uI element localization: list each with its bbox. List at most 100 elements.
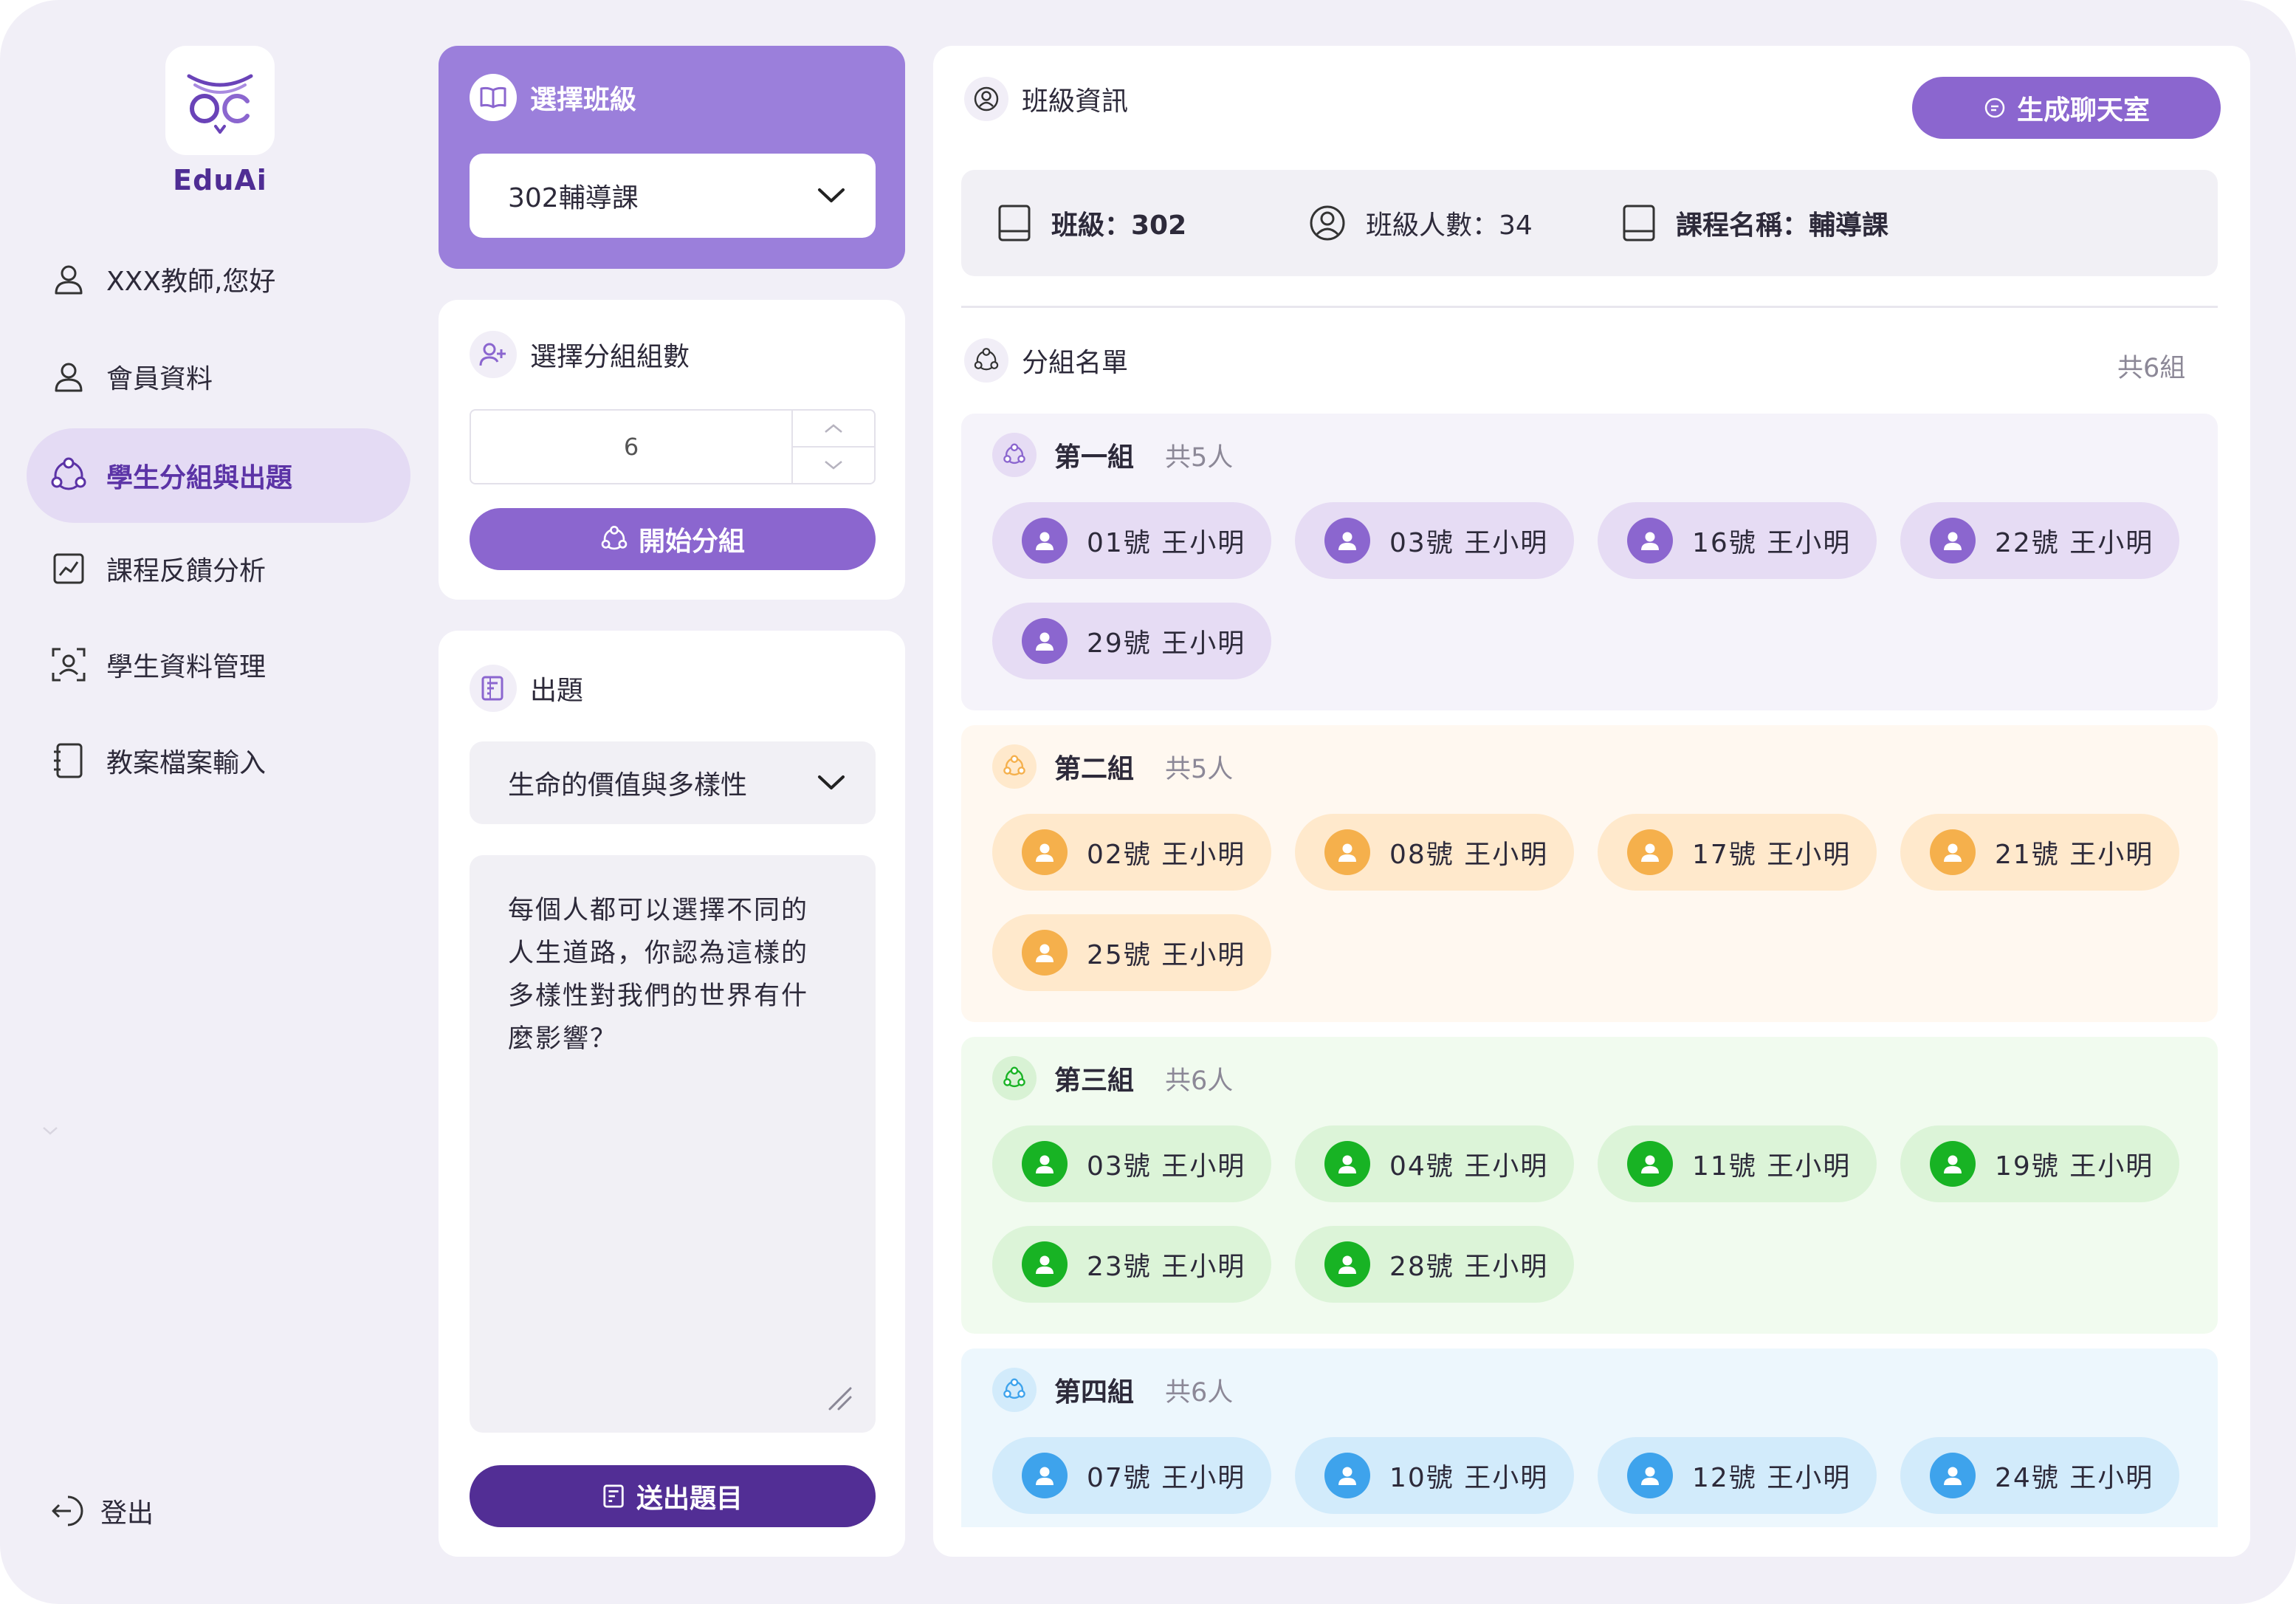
start-grouping-button[interactable]: 開始分組 xyxy=(470,508,876,570)
chevron-down-icon xyxy=(825,461,842,470)
user-icon xyxy=(49,259,89,299)
logout-button[interactable]: 登出 xyxy=(27,1464,410,1558)
student-chip[interactable]: 12號 王小明 xyxy=(1598,1437,1877,1514)
avatar-icon xyxy=(1627,518,1673,563)
student-name: 10號 王小明 xyxy=(1389,1463,1549,1493)
chart-icon xyxy=(49,549,89,589)
question-text-line: 多樣性對我們的世界有什 xyxy=(508,981,809,1011)
create-chatroom-label: 生成聊天室 xyxy=(2016,95,2150,126)
class-dropdown-value: 302輔導課 xyxy=(508,183,639,213)
submit-question-button[interactable]: 送出題目 xyxy=(470,1465,876,1527)
user-circle-icon xyxy=(1308,204,1347,242)
class-dropdown[interactable]: 302輔導課 xyxy=(470,154,876,238)
student-chip[interactable]: 16號 王小明 xyxy=(1598,502,1877,579)
student-chip[interactable]: 19號 王小明 xyxy=(1900,1125,2179,1202)
student-chip[interactable]: 23號 王小明 xyxy=(992,1226,1271,1303)
class-number: 班級：302 xyxy=(997,170,1186,276)
group-total: 共6組 xyxy=(2117,354,2186,383)
app-logo xyxy=(165,46,275,155)
avatar-icon xyxy=(1022,1453,1068,1498)
student-chip[interactable]: 03號 王小明 xyxy=(1295,502,1574,579)
start-grouping-label: 開始分組 xyxy=(638,527,745,557)
topic-dropdown[interactable]: 生命的價值與多樣性 xyxy=(470,741,876,824)
avatar-icon xyxy=(1324,829,1370,875)
student-name: 25號 王小明 xyxy=(1087,940,1246,970)
student-chip[interactable]: 01號 王小明 xyxy=(992,502,1271,579)
group-name: 第一組 xyxy=(1054,442,1135,473)
group-count-stepper[interactable]: 6 xyxy=(470,409,876,484)
question-icon xyxy=(470,665,517,712)
student-chip[interactable]: 08號 王小明 xyxy=(1295,814,1574,891)
group-header: 第一組 共5人 xyxy=(992,433,1233,477)
submit-question-label: 送出題目 xyxy=(636,1484,743,1514)
student-chip[interactable]: 29號 王小明 xyxy=(992,603,1271,679)
sidebar-item-grouping[interactable]: 學生分組與出題 xyxy=(27,428,410,523)
student-name: 12號 王小明 xyxy=(1692,1463,1852,1493)
sidebar-item-lesson-upload[interactable]: 教案檔案輸入 xyxy=(27,713,410,808)
chevron-up-icon xyxy=(825,424,842,433)
student-chip[interactable]: 07號 王小明 xyxy=(992,1437,1271,1514)
topic-dropdown-value: 生命的價值與多樣性 xyxy=(508,770,748,801)
student-chip[interactable]: 25號 王小明 xyxy=(992,914,1271,991)
student-chip[interactable]: 04號 王小明 xyxy=(1295,1125,1574,1202)
class-number-text: 班級：302 xyxy=(1051,210,1187,241)
resize-handle-icon[interactable] xyxy=(824,1382,853,1412)
scan-user-icon xyxy=(49,645,89,685)
question-title: 出題 xyxy=(530,676,584,706)
group-header: 第四組 共6人 xyxy=(992,1368,1233,1412)
avatar-icon xyxy=(1022,829,1068,875)
student-name: 28號 王小明 xyxy=(1389,1252,1549,1282)
group-list[interactable]: 第一組 共5人 01號 王小明 03號 王小明 16號 王小明 22號 王小明 29號 王小… xyxy=(961,414,2218,1527)
course-name: 課程名稱：輔導課 xyxy=(1621,170,1888,276)
class-select-header: 選擇班級 xyxy=(470,74,636,121)
student-name: 19號 王小明 xyxy=(1995,1151,2154,1182)
avatar-icon xyxy=(1930,1453,1976,1498)
app-frame: EduAi XXX教師,您好 會員資料 學生分組與出題 課程反饋分析 學生資料管… xyxy=(0,0,2296,1604)
student-name: 23號 王小明 xyxy=(1087,1252,1246,1282)
student-chip[interactable]: 03號 王小明 xyxy=(992,1125,1271,1202)
create-chatroom-button[interactable]: 生成聊天室 xyxy=(1912,77,2221,139)
course-name-text: 課程名稱：輔導課 xyxy=(1676,210,1889,241)
student-chip[interactable]: 17號 王小明 xyxy=(1598,814,1877,891)
chat-icon xyxy=(1983,96,2007,120)
student-chip[interactable]: 28號 王小明 xyxy=(1295,1226,1574,1303)
group-name: 第二組 xyxy=(1054,754,1135,784)
sidebar-item-profile[interactable]: 會員資料 xyxy=(27,329,410,424)
group-count-value[interactable]: 6 xyxy=(471,411,791,483)
avatar-icon xyxy=(1627,829,1673,875)
student-chip[interactable]: 22號 王小明 xyxy=(1900,502,2179,579)
class-headcount: 班級人數：34 xyxy=(1308,170,1533,276)
sidebar-item-label: 學生資料管理 xyxy=(106,652,267,682)
student-name: 22號 王小明 xyxy=(1995,528,2154,558)
chevron-down-icon xyxy=(818,775,845,789)
sidebar-item-greeting[interactable]: XXX教師,您好 xyxy=(27,232,410,326)
avatar-icon xyxy=(1022,1241,1068,1287)
question-textarea[interactable]: 每個人都可以選擇不同的 人生道路，你認為這樣的 多樣性對我們的世界有什 麼影響？ xyxy=(470,855,876,1433)
question-header: 出題 xyxy=(470,665,583,712)
student-chip[interactable]: 24號 王小明 xyxy=(1900,1437,2179,1514)
sidebar-item-students[interactable]: 學生資料管理 xyxy=(27,617,410,712)
stepper-up-button[interactable] xyxy=(793,411,874,446)
avatar-icon xyxy=(1324,1241,1370,1287)
sidebar-item-feedback[interactable]: 課程反饋分析 xyxy=(27,521,410,616)
student-chip[interactable]: 02號 王小明 xyxy=(992,814,1271,891)
user-icon xyxy=(49,357,89,397)
question-text-line: 人生道路，你認為這樣的 xyxy=(508,939,809,968)
student-chip[interactable]: 21號 王小明 xyxy=(1900,814,2179,891)
group-count-header: 選擇分組組數 xyxy=(470,331,690,378)
avatar-icon xyxy=(1022,618,1068,664)
student-chip[interactable]: 11號 王小明 xyxy=(1598,1125,1877,1202)
student-name: 02號 王小明 xyxy=(1087,840,1246,870)
class-select-title: 選擇班級 xyxy=(530,85,637,115)
group-member-count: 共5人 xyxy=(1165,754,1234,784)
logo-icon xyxy=(187,74,253,134)
student-name: 07號 王小明 xyxy=(1087,1463,1246,1493)
group-header: 第三組 共6人 xyxy=(992,1056,1233,1100)
group-list-header: 分組名單 xyxy=(964,338,1128,383)
stepper-down-button[interactable] xyxy=(793,446,874,483)
student-chip[interactable]: 10號 王小明 xyxy=(1295,1437,1574,1514)
group-member-count: 共6人 xyxy=(1165,1066,1234,1096)
chevron-down-icon[interactable] xyxy=(41,1125,59,1136)
notebook-icon xyxy=(1621,204,1657,242)
group-header: 第二組 共5人 xyxy=(992,744,1233,789)
